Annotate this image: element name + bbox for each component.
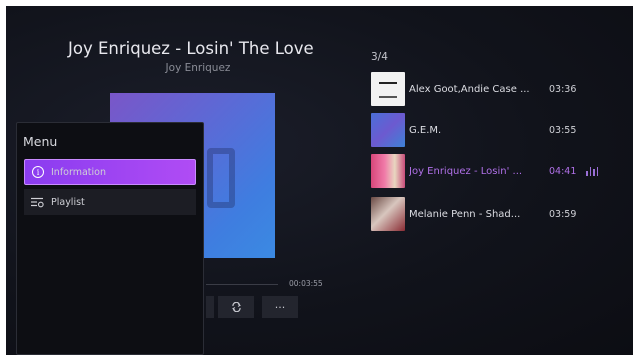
menu-panel: Menu i Information Playlist (16, 122, 204, 355)
more-icon: ··· (274, 300, 286, 314)
track-row-now-playing[interactable]: Joy Enriquez - Losin' ... 04:41 (371, 154, 611, 188)
progress-bar[interactable] (206, 284, 278, 285)
menu-item-label: Playlist (51, 196, 85, 208)
album-art-glyph (207, 148, 235, 208)
menu-item-information[interactable]: i Information (24, 159, 196, 185)
track-thumbnail (371, 197, 405, 231)
track-duration: 03:55 (549, 124, 577, 136)
info-icon: i (32, 166, 44, 178)
track-duration: 03:59 (549, 208, 577, 220)
track-row[interactable]: Alex Goot,Andie Case ... 03:36 (371, 72, 611, 106)
total-time: 00:03:55 (289, 279, 323, 288)
track-thumbnail (371, 113, 405, 147)
track-thumbnail (371, 154, 405, 188)
menu-title: Menu (23, 134, 58, 149)
track-name: Melanie Penn - Shad... (409, 208, 521, 220)
playlist-icon (31, 197, 44, 207)
song-artist: Joy Enriquez (165, 62, 231, 74)
track-name: Alex Goot,Andie Case ... (409, 83, 530, 95)
menu-item-label: Information (51, 166, 106, 178)
track-duration: 03:36 (549, 83, 577, 95)
track-row[interactable]: G.E.M. 03:55 (371, 113, 611, 147)
repeat-icon (231, 302, 241, 312)
player-screen: Joy Enriquez - Losin' The Love Joy Enriq… (6, 6, 633, 355)
repeat-button[interactable] (218, 296, 254, 318)
song-title: Joy Enriquez - Losin' The Love (68, 39, 314, 58)
playback-button[interactable] (206, 296, 214, 318)
track-name: G.E.M. (409, 124, 442, 136)
track-name: Joy Enriquez - Losin' ... (409, 165, 523, 177)
track-duration: 04:41 (549, 165, 577, 177)
track-row[interactable]: Melanie Penn - Shad... 03:59 (371, 197, 611, 231)
menu-item-playlist[interactable]: Playlist (24, 189, 196, 215)
track-thumbnail (371, 72, 405, 106)
queue-position: 3/4 (371, 51, 388, 63)
more-button[interactable]: ··· (262, 296, 298, 318)
equalizer-icon (586, 166, 599, 176)
